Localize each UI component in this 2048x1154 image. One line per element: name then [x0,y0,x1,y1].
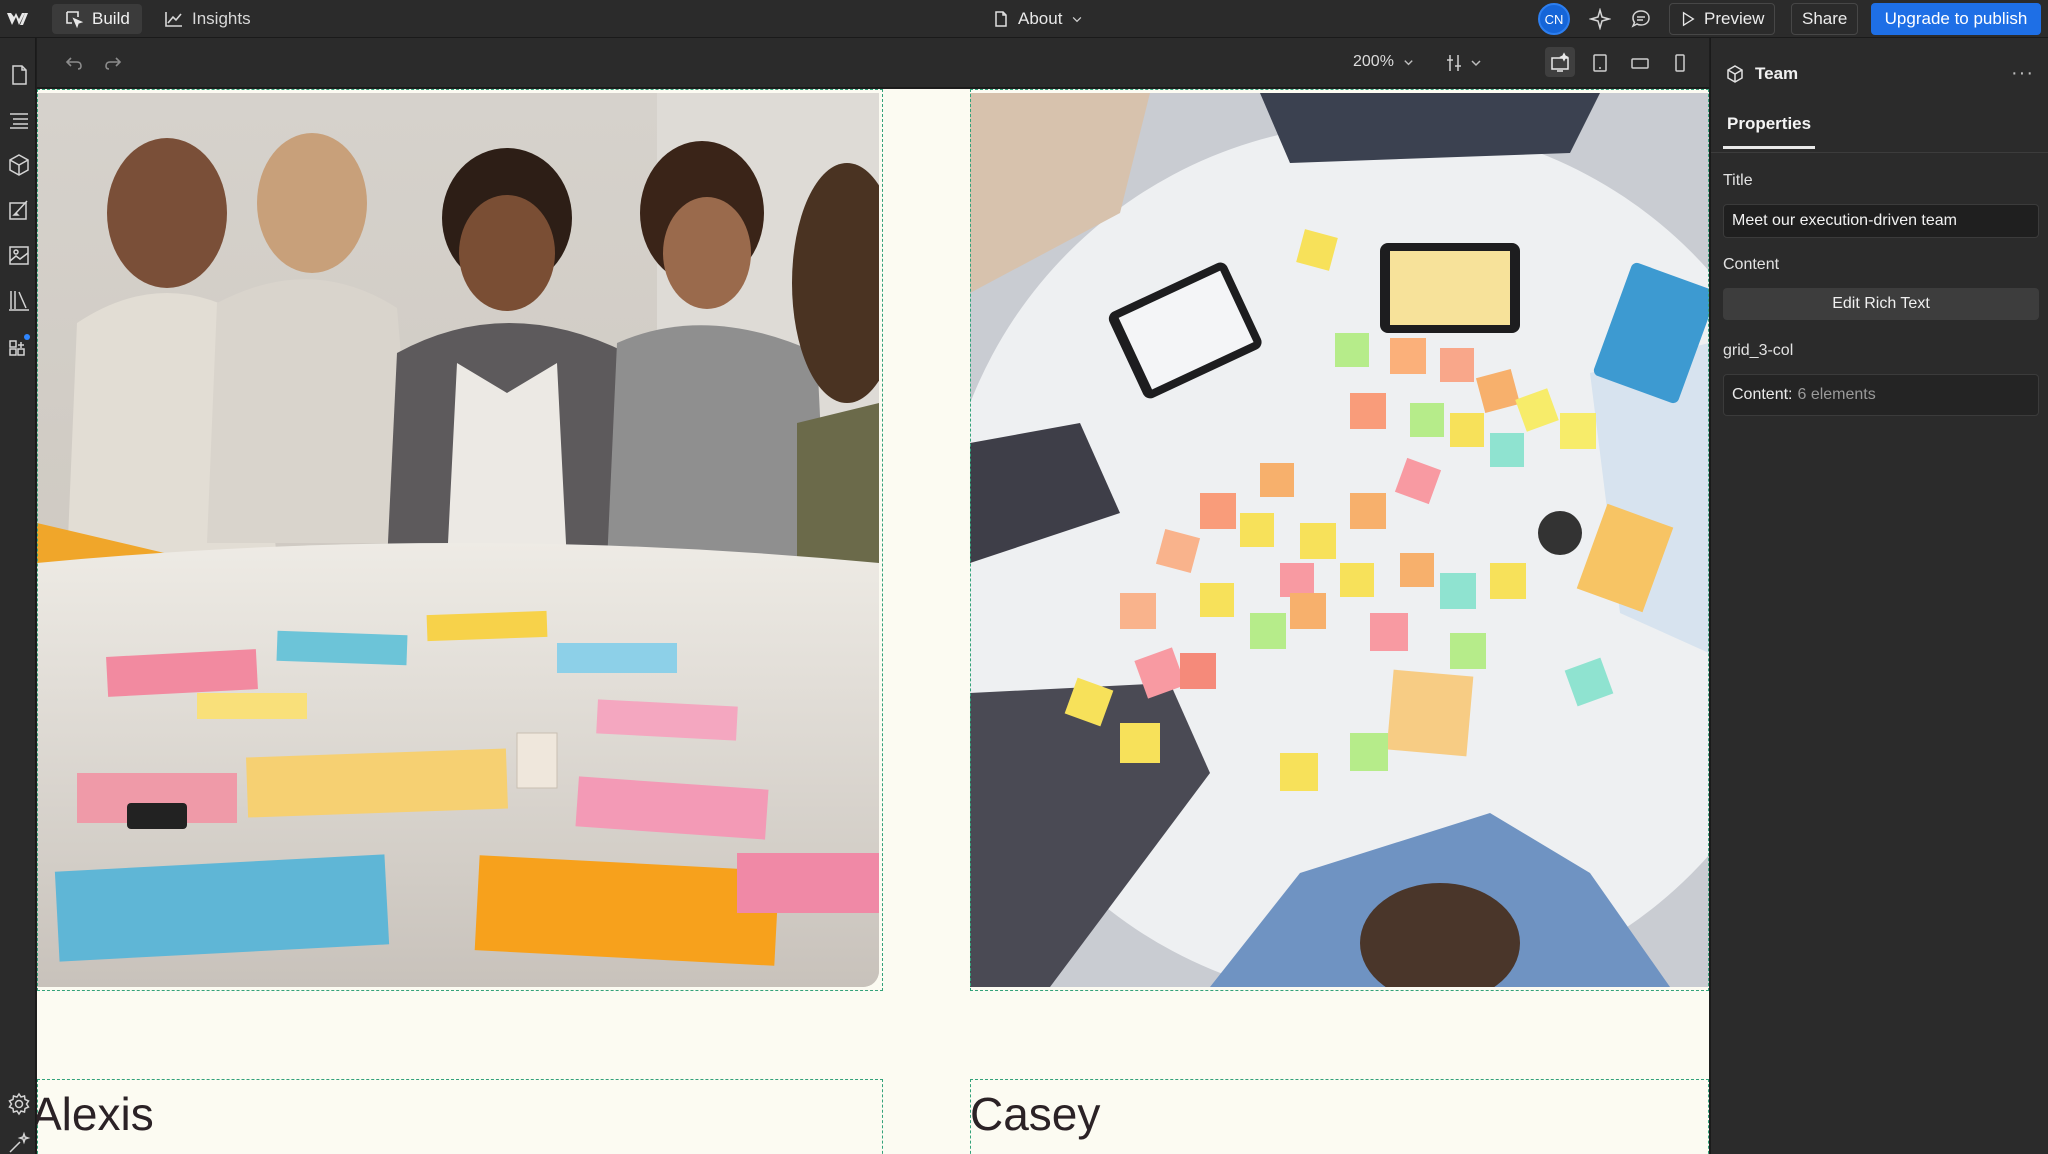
slot-content-value: 6 elements [1797,386,1876,403]
component-header: Team [1725,64,1798,84]
mobile-portrait-breakpoint-icon[interactable] [1669,52,1691,74]
breakpoint-settings-icon[interactable] [1443,52,1465,74]
cursor-select-icon [66,11,84,29]
tab-build[interactable]: Build [52,4,142,34]
team-overhead-sticky-notes-image [970,93,1709,987]
tab-insights[interactable]: Insights [152,4,263,34]
chevron-down-icon [1404,59,1413,65]
page-icon [995,11,1007,27]
components-icon[interactable] [6,152,32,178]
assets-icon[interactable] [6,242,32,268]
mobile-landscape-breakpoint-icon[interactable] [1629,52,1651,74]
share-button[interactable]: Share [1791,3,1859,35]
top-bar: Build Insights About CN Preview Share Up… [0,0,2048,38]
slot-content-key: Content: [1732,386,1793,403]
settings-gear-icon[interactable] [6,1091,32,1117]
title-label: Title [1723,172,1753,189]
page-name: About [1018,9,1063,28]
tab-properties[interactable]: Properties [1723,114,1816,149]
left-toolbar [0,38,36,1154]
preview-label: Preview [1704,9,1765,28]
edit-rich-text-button[interactable]: Edit Rich Text [1723,288,2039,320]
design-canvas[interactable]: Alexis Casey [37,89,1709,1154]
zoom-selector[interactable]: 200% [1353,53,1415,71]
team-overhead-sticky-notes-photo[interactable] [970,93,1709,987]
avatar[interactable]: CN [1538,3,1570,35]
ai-assistant-icon[interactable] [6,1130,32,1154]
desktop-base-breakpoint-icon[interactable] [1549,52,1571,74]
team-member-name[interactable]: Alexis [37,1087,154,1141]
navigator-icon[interactable] [6,107,32,133]
slot-content-field[interactable]: Content: 6 elements [1723,374,2039,416]
title-field[interactable]: Meet our execution-driven team [1723,204,2039,238]
more-options-icon[interactable]: ··· [2011,62,2034,85]
name-selection-outline [37,1079,883,1154]
apps-icon[interactable] [6,332,32,358]
team-brainstorm-table-image [37,93,879,987]
properties-panel: Team ··· Properties Title Meet our execu… [1710,38,2048,1154]
comment-icon[interactable] [1630,8,1652,30]
webflow-logo-icon[interactable] [6,8,34,30]
libraries-icon[interactable] [6,287,32,313]
chevron-down-icon[interactable] [1469,52,1483,74]
page-selector[interactable]: About [992,5,1084,33]
share-label: Share [1802,9,1848,28]
tablet-breakpoint-icon[interactable] [1589,52,1611,74]
chevron-down-icon [1073,17,1082,23]
team-member-name[interactable]: Casey [970,1087,1100,1141]
component-icon [1727,65,1743,83]
tab-insights-label: Insights [192,9,251,28]
undo-icon[interactable] [63,52,85,74]
team-brainstorm-table-photo[interactable] [37,93,879,987]
tab-build-label: Build [92,9,130,28]
tab-divider [1711,152,2048,153]
component-name: Team [1755,64,1799,83]
play-icon [1682,11,1695,27]
redo-icon[interactable] [102,52,124,74]
content-label: Content [1723,256,1780,273]
line-chart-icon [165,12,182,27]
slot-label: grid_3-col [1723,342,1794,359]
upgrade-to-publish-button[interactable]: Upgrade to publish [1871,3,2041,35]
ai-sparkle-icon[interactable] [1589,8,1611,30]
zoom-level: 200% [1353,53,1394,70]
style-manager-icon[interactable] [6,197,32,223]
canvas-toolbar: 200% [37,38,1726,88]
preview-button[interactable]: Preview [1669,3,1776,35]
pages-icon[interactable] [6,62,32,88]
